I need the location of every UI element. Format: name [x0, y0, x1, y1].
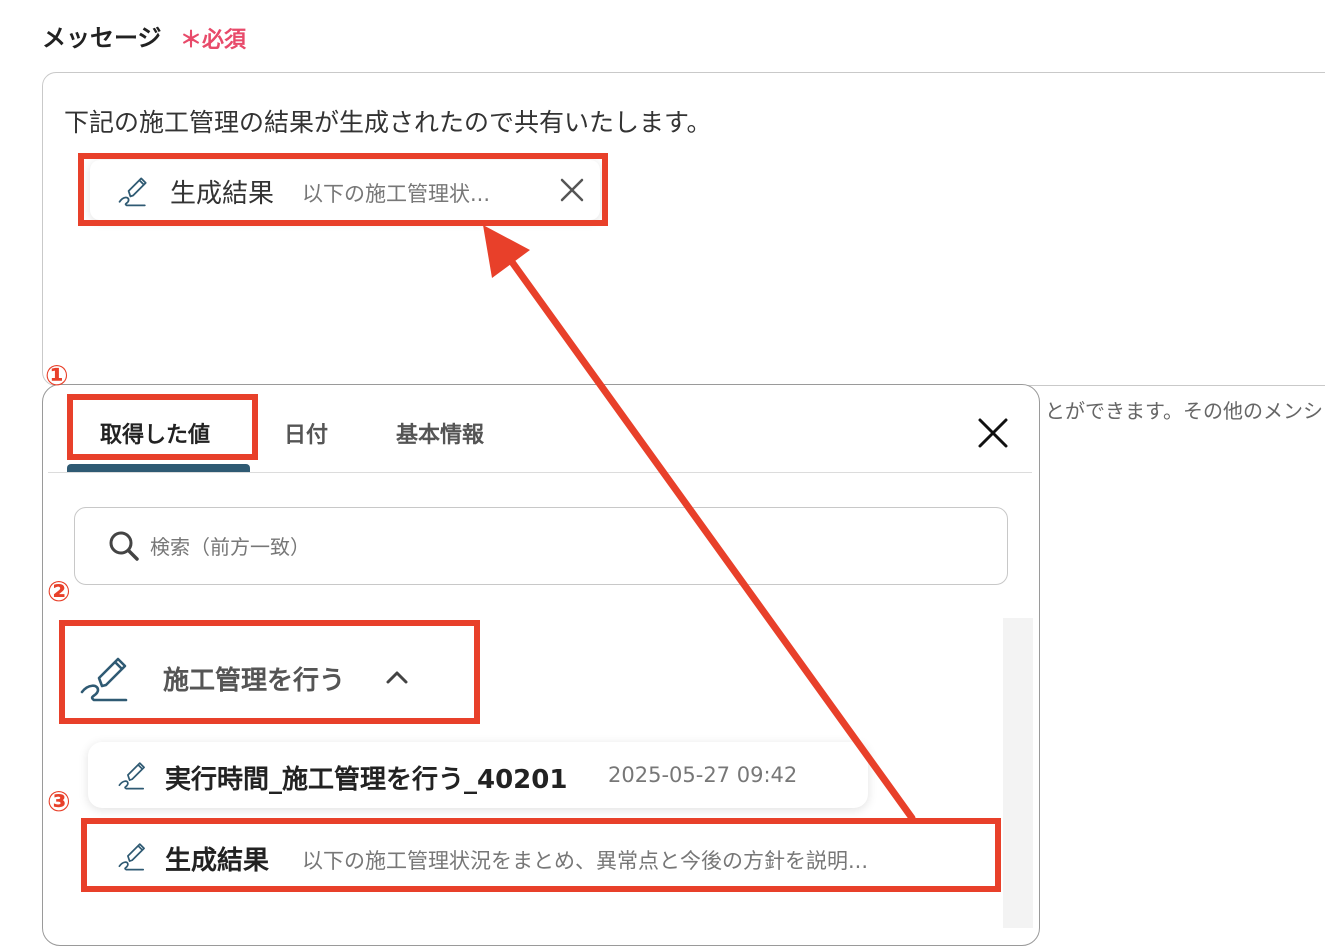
- annotation-arrow: [483, 225, 916, 822]
